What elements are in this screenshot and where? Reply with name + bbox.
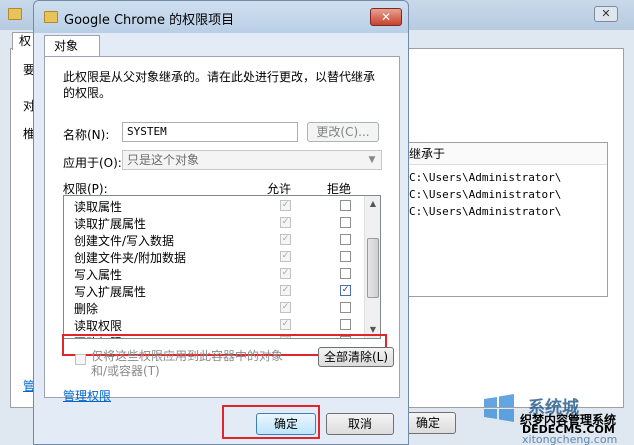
allow-checkbox[interactable]: ✓ (280, 285, 291, 296)
table-row[interactable]: C:\Users\Administrator\ (409, 188, 561, 201)
apply-to-select[interactable]: 只是这个对象 ▼ (122, 150, 382, 170)
deny-checkbox[interactable] (340, 217, 351, 228)
table-row[interactable]: C:\Users\Administrator\ (409, 205, 561, 218)
deny-checkbox[interactable] (340, 234, 351, 245)
permission-row[interactable]: 创建文件夹/附加数据 ✓ (64, 248, 364, 265)
allow-checkbox[interactable]: ✓ (280, 200, 291, 211)
deny-checkbox[interactable] (340, 319, 351, 330)
apply-to-label: 应用于(O): (63, 156, 122, 170)
permission-row[interactable]: 删除 ✓ (64, 299, 364, 316)
permission-row[interactable]: 写入扩展属性 ✓ ✓ (64, 282, 364, 299)
inheritance-description: 此权限是从父对象继承的。请在此处进行更改，以替代继承的权限。 (63, 70, 376, 100)
table-row[interactable]: C:\Users\Administrator\ (409, 171, 561, 184)
dialog-title: Google Chrome 的权限项目 (64, 13, 235, 28)
background-inheritance-table: 继承于 C:\Users\Administrator\ C:\Users\Adm… (404, 142, 608, 297)
permission-row[interactable]: 创建文件/写入数据 ✓ (64, 231, 364, 248)
permission-name: 删除 (74, 302, 99, 316)
table-header-inherited-from: 继承于 (405, 143, 607, 165)
allow-checkbox[interactable]: ✓ (280, 251, 291, 262)
deny-checkbox[interactable] (340, 251, 351, 262)
manage-permissions-link[interactable]: 管理权限 (63, 387, 111, 404)
permissions-scrollbar[interactable]: ▲ ▼ (364, 196, 380, 338)
deny-checkbox[interactable]: ✓ (340, 285, 351, 296)
change-button[interactable]: 更改(C)... (307, 122, 379, 142)
permission-name: 读取权限 (74, 319, 123, 333)
permission-entry-dialog: Google Chrome 的权限项目 ✕ 对象 此权限是从父对象继承的。请在此… (33, 0, 409, 445)
background-close-button[interactable]: ✕ (594, 6, 618, 22)
allow-checkbox[interactable]: ✓ (280, 217, 291, 228)
allow-checkbox[interactable]: ✓ (280, 234, 291, 245)
windows-logo-icon (484, 394, 514, 422)
deny-checkbox[interactable] (340, 302, 351, 313)
name-field[interactable]: SYSTEM (122, 122, 298, 142)
name-label: 名称(N): (63, 128, 110, 142)
ok-button[interactable]: 确定 (256, 413, 316, 435)
allow-checkbox[interactable]: ✓ (280, 302, 291, 313)
permission-name: 写入属性 (74, 268, 123, 282)
apply-to-value: 只是这个对象 (127, 153, 200, 167)
clear-all-button[interactable]: 全部清除(L) (318, 347, 394, 367)
permission-row[interactable]: 写入属性 ✓ (64, 265, 364, 282)
apply-to-container-label: 仅将这些权限应用到此容器中的对象和/或容器(T) (91, 349, 284, 378)
tab-object[interactable]: 对象 (44, 35, 100, 57)
allow-checkbox[interactable]: ✓ (280, 319, 291, 330)
folder-icon (8, 8, 22, 20)
deny-checkbox[interactable] (340, 200, 351, 211)
folder-icon (44, 11, 58, 23)
permission-row[interactable]: 读取权限 ✓ (64, 316, 364, 333)
dialog-title-bar: Google Chrome 的权限项目 ✕ (34, 1, 408, 33)
permission-name: 读取扩展属性 (74, 217, 147, 231)
permission-name: 读取属性 (74, 200, 123, 214)
dialog-close-button[interactable]: ✕ (370, 8, 402, 26)
permissions-list: 读取属性 ✓ 读取扩展属性 ✓ 创建文件/写入数据 ✓ 创建文件夹/附加数据 ✓ 写入属性 ✓ 写入… (63, 195, 381, 339)
watermark-line3: xitongcheng.com (522, 433, 618, 445)
permission-row[interactable]: 读取属性 ✓ (64, 197, 364, 214)
permission-row[interactable]: 读取扩展属性 ✓ (64, 214, 364, 231)
scrollbar-thumb[interactable] (367, 238, 379, 298)
apply-to-container-checkbox[interactable] (75, 354, 86, 365)
object-tab-panel: 此权限是从父对象继承的。请在此处进行更改，以替代继承的权限。 名称(N): SY… (44, 56, 400, 403)
permission-name: 创建文件夹/附加数据 (74, 251, 187, 265)
site-watermark: 系统城 织梦内容管理系统 DEDECMS.COM xitongcheng.com (478, 385, 634, 445)
allow-checkbox[interactable]: ✓ (280, 268, 291, 279)
cancel-button[interactable]: 取消 (326, 413, 394, 435)
deny-checkbox[interactable] (340, 268, 351, 279)
permission-name: 写入扩展属性 (74, 285, 147, 299)
permission-name: 创建文件/写入数据 (74, 234, 175, 248)
chevron-down-icon[interactable]: ▼ (363, 151, 381, 169)
scroll-up-icon[interactable]: ▲ (365, 196, 380, 212)
